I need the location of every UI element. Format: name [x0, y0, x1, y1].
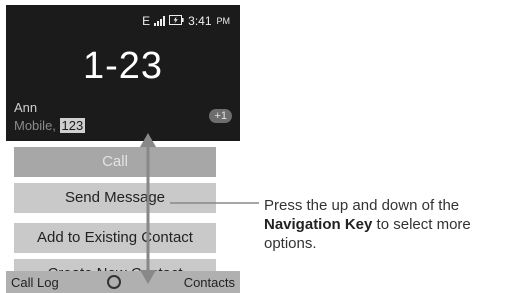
callout-bold-navigation-key: Navigation Key [264, 216, 373, 233]
arrow-up-icon [140, 133, 156, 147]
callout-text-part1: Press the up and down of the [264, 197, 460, 214]
navigation-key-callout: Press the up and down of the Navigation … [264, 196, 516, 253]
arrow-down-icon [140, 270, 156, 284]
